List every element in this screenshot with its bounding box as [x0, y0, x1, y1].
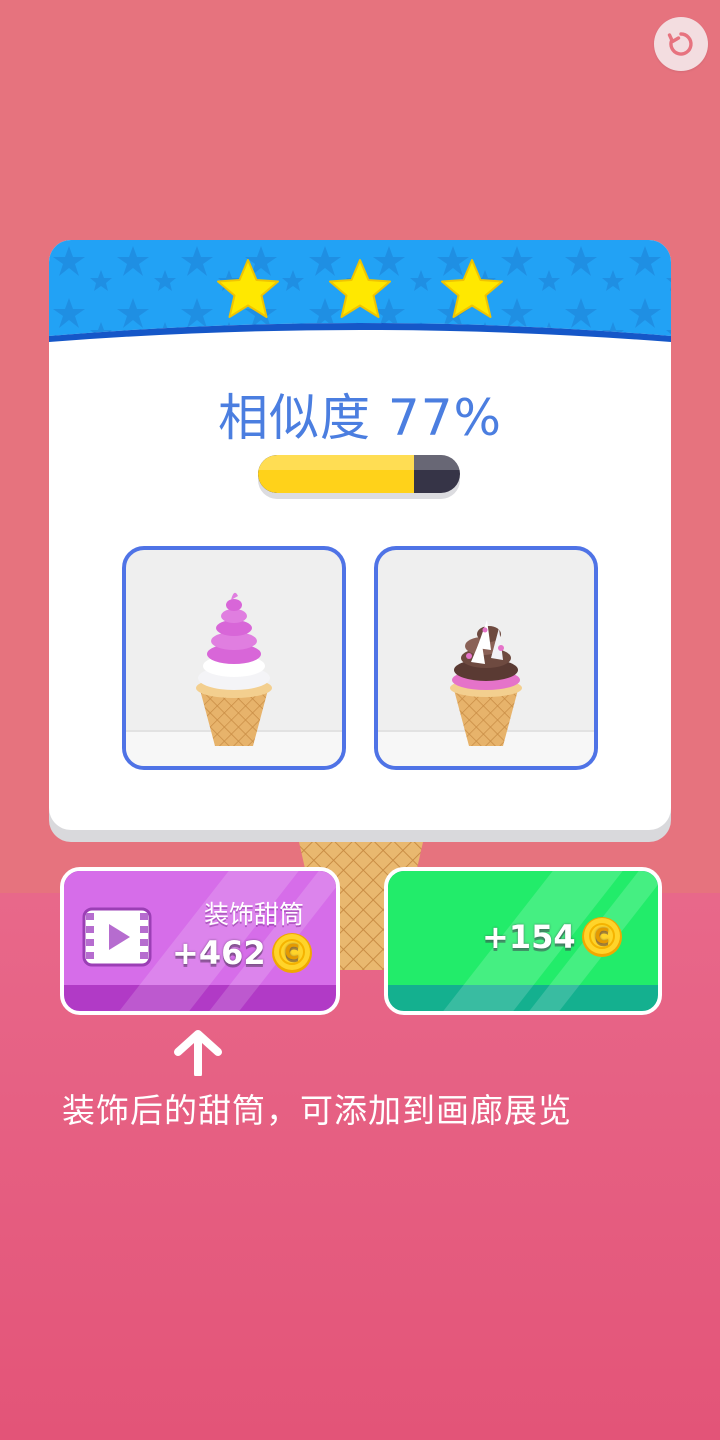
progress-shine — [258, 455, 460, 471]
coin-icon: C — [271, 933, 312, 973]
decorate-reward-amount: +462 — [172, 934, 266, 972]
claim-reward-button[interactable]: +154 C — [384, 867, 662, 1015]
coin-icon: C — [581, 917, 622, 957]
star-rating — [49, 256, 671, 324]
target-cone-image — [122, 546, 346, 770]
result-panel: 相似度 77% — [49, 240, 671, 830]
claim-reward-amount: +154 — [482, 918, 576, 956]
up-arrow-icon — [174, 1030, 222, 1076]
player-cone-image — [374, 546, 598, 770]
chocolate-cone-icon — [450, 620, 522, 746]
star-icon — [329, 259, 391, 318]
decorate-reward: +462 C — [172, 931, 314, 975]
decorate-button-title: 装饰甜筒 — [203, 900, 304, 929]
svg-text:C: C — [594, 924, 609, 948]
star-icon — [217, 259, 279, 318]
similarity-progress-bar — [258, 455, 460, 493]
restart-button[interactable] — [654, 17, 708, 71]
similarity-score: 相似度 77% — [217, 389, 503, 447]
pink-white-cone-icon — [196, 592, 272, 746]
restart-icon — [667, 32, 693, 56]
svg-text:C: C — [284, 940, 299, 964]
video-icon — [82, 907, 152, 967]
gallery-tip-text: 装饰后的甜筒，可添加到画廊展览 — [62, 1091, 572, 1130]
claim-reward: +154 C — [482, 915, 624, 959]
star-icon — [441, 259, 503, 318]
decorate-cone-button[interactable]: 装饰甜筒 +462 C — [60, 867, 340, 1015]
